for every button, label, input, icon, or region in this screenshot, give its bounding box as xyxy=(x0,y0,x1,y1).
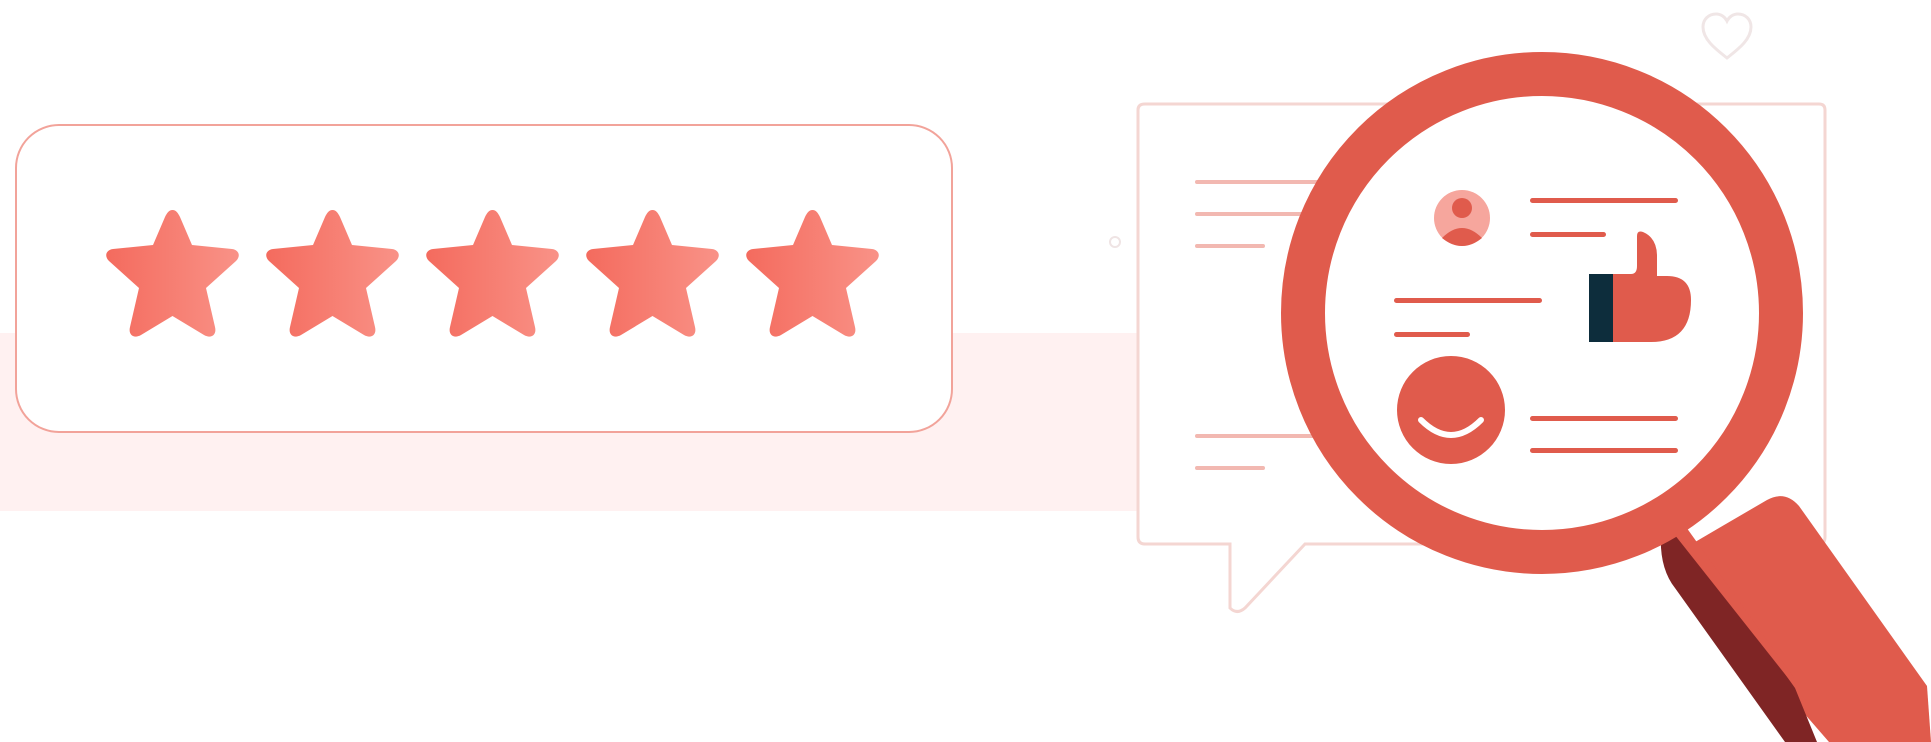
star-icon xyxy=(580,202,725,347)
star-icon xyxy=(420,202,565,347)
user-avatar-icon xyxy=(1434,190,1490,246)
magnifying-glass-icon xyxy=(1281,52,1803,574)
smiley-icon xyxy=(1397,356,1505,464)
heart-outline-icon xyxy=(1701,12,1753,60)
dot-icon xyxy=(1109,236,1121,248)
star-rating xyxy=(100,202,900,347)
star-icon xyxy=(260,202,405,347)
review-magnifier-illustration xyxy=(1105,0,1931,742)
star-icon xyxy=(740,202,885,347)
star-icon xyxy=(100,202,245,347)
review-illustration xyxy=(0,0,1931,742)
